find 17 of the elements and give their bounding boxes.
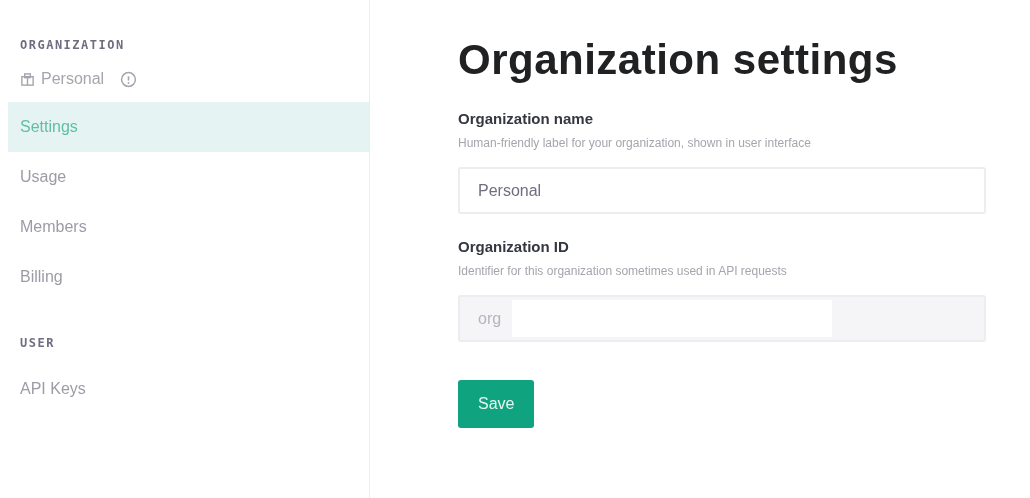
input-field[interactable]: Personal <box>458 167 986 214</box>
info-icon[interactable] <box>120 70 138 88</box>
nav-item[interactable]: Billing <box>8 252 369 302</box>
nav-item[interactable]: API Keys <box>8 364 369 414</box>
page-title: Organization settings <box>458 36 899 84</box>
nav-item[interactable]: Settings <box>8 102 369 152</box>
section-heading: ORGANIZATION <box>19 38 126 54</box>
nav-item[interactable]: Members <box>8 202 369 252</box>
section-heading: USER <box>19 336 56 352</box>
field-description: Human-friendly label for your organization, shown in user interface <box>458 136 812 150</box>
nav-item[interactable]: Usage <box>8 152 369 202</box>
field-label: Organization ID <box>458 238 570 255</box>
field-description: Identifier for this organization sometimes used in API requests <box>458 264 788 278</box>
save-button[interactable]: Save <box>458 380 535 428</box>
org-switcher[interactable]: Personal <box>0 66 158 92</box>
field-label: Organization name <box>458 110 595 127</box>
building-icon <box>20 71 35 87</box>
